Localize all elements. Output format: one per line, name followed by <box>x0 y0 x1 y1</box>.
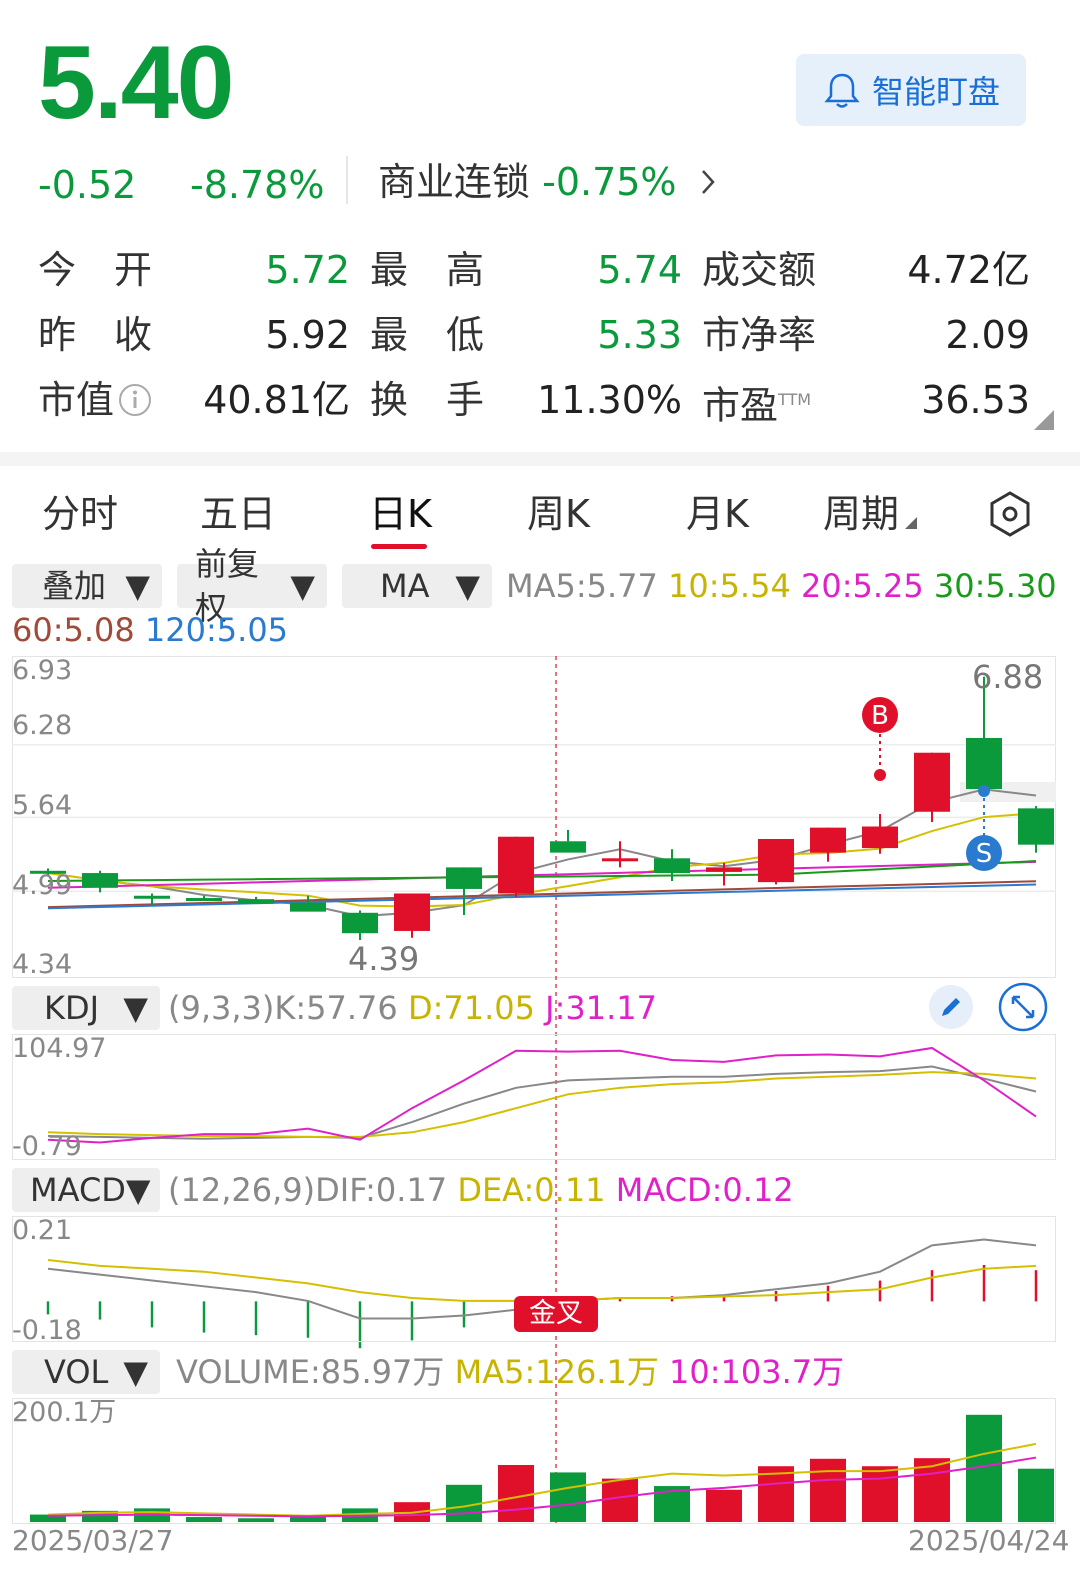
kdj-chart-frame[interactable] <box>12 1034 1056 1160</box>
macd-dropdown[interactable]: MACD ▼ <box>12 1168 160 1212</box>
macd-label: MACD <box>30 1171 126 1209</box>
candle-body <box>654 858 690 874</box>
kdj-j: J:31.17 <box>545 989 657 1027</box>
expand-icon[interactable] <box>998 982 1048 1032</box>
candle-body <box>238 899 274 904</box>
candle-body <box>810 827 846 853</box>
macd-macd: MACD:0.12 <box>615 1171 794 1209</box>
macd-params: (12,26,9) <box>168 1171 316 1209</box>
end-date: 2025/04/24 <box>908 1524 1070 1557</box>
start-date: 2025/03/27 <box>12 1524 174 1557</box>
candle-body <box>342 912 378 934</box>
candle-body <box>1018 808 1054 845</box>
candle-body <box>134 895 170 899</box>
candle-body <box>914 752 950 812</box>
candle-body <box>758 839 794 883</box>
ma30-line <box>47 860 1037 882</box>
kdj-legend: (9,3,3)K:57.76 D:71.05 J:31.17 <box>168 986 657 1030</box>
candle-body <box>862 826 898 849</box>
kdj-params: (9,3,3) <box>168 989 275 1027</box>
vol-legend: VOLUME:85.97万 MA5:126.1万 10:103.7万 <box>176 1350 844 1394</box>
buy-marker-text: B <box>871 701 889 731</box>
edit-icon[interactable] <box>928 984 974 1030</box>
candle-body <box>290 902 326 912</box>
y-label-3: 5.64 <box>12 790 73 821</box>
kdj-y-bottom: -0.79 <box>12 1131 82 1162</box>
vol-y-top: 200.1万 <box>12 1397 117 1428</box>
macd-dea: DEA:0.11 <box>457 1171 606 1209</box>
kdj-y-top: 104.97 <box>12 1033 107 1064</box>
vol-chart-frame[interactable] <box>12 1398 1056 1524</box>
candle-body <box>186 898 222 902</box>
vol-ma10: 10:103.7万 <box>669 1353 845 1391</box>
y-label-2: 6.28 <box>12 710 73 741</box>
high-marker-label: 6.88 <box>972 658 1044 696</box>
candle-body <box>446 867 482 889</box>
kdj-k: K:57.76 <box>274 989 398 1027</box>
kdj-d: D:71.05 <box>407 989 535 1027</box>
macd-dif: DIF:0.17 <box>315 1171 448 1209</box>
caret-down-icon: ▼ <box>125 1171 151 1209</box>
candle-body <box>602 858 638 862</box>
kdj-dropdown[interactable]: KDJ ▼ <box>12 986 160 1030</box>
y-label-top: 6.93 <box>12 655 73 686</box>
golden-cross-badge: 金叉 <box>514 1296 598 1332</box>
macd-y-bottom: -0.18 <box>12 1315 82 1346</box>
vol-dropdown[interactable]: VOL ▼ <box>12 1350 160 1394</box>
candle-body <box>966 737 1002 790</box>
y-label-bottom: 4.34 <box>12 949 73 980</box>
vol-volume: VOLUME:85.97万 <box>176 1353 445 1391</box>
buy-marker-dot <box>874 769 886 781</box>
caret-down-icon: ▼ <box>123 989 148 1027</box>
y-label-4: 4.99 <box>12 870 73 901</box>
macd-y-top: 0.21 <box>12 1215 73 1246</box>
caret-down-icon: ▼ <box>123 1353 148 1391</box>
candle-body <box>706 867 742 872</box>
candle-body <box>394 893 430 931</box>
macd-legend: (12,26,9)DIF:0.17 DEA:0.11 MACD:0.12 <box>168 1168 794 1212</box>
vol-label: VOL <box>44 1353 109 1391</box>
low-marker-label: 4.39 <box>348 940 420 978</box>
sell-marker-text: S <box>976 839 993 869</box>
candle-body <box>498 836 534 894</box>
vol-ma5: MA5:126.1万 <box>454 1353 659 1391</box>
candle-body <box>82 873 118 888</box>
kdj-label: KDJ <box>44 989 100 1027</box>
sell-marker-dot <box>978 785 990 797</box>
candle-body <box>550 841 586 853</box>
